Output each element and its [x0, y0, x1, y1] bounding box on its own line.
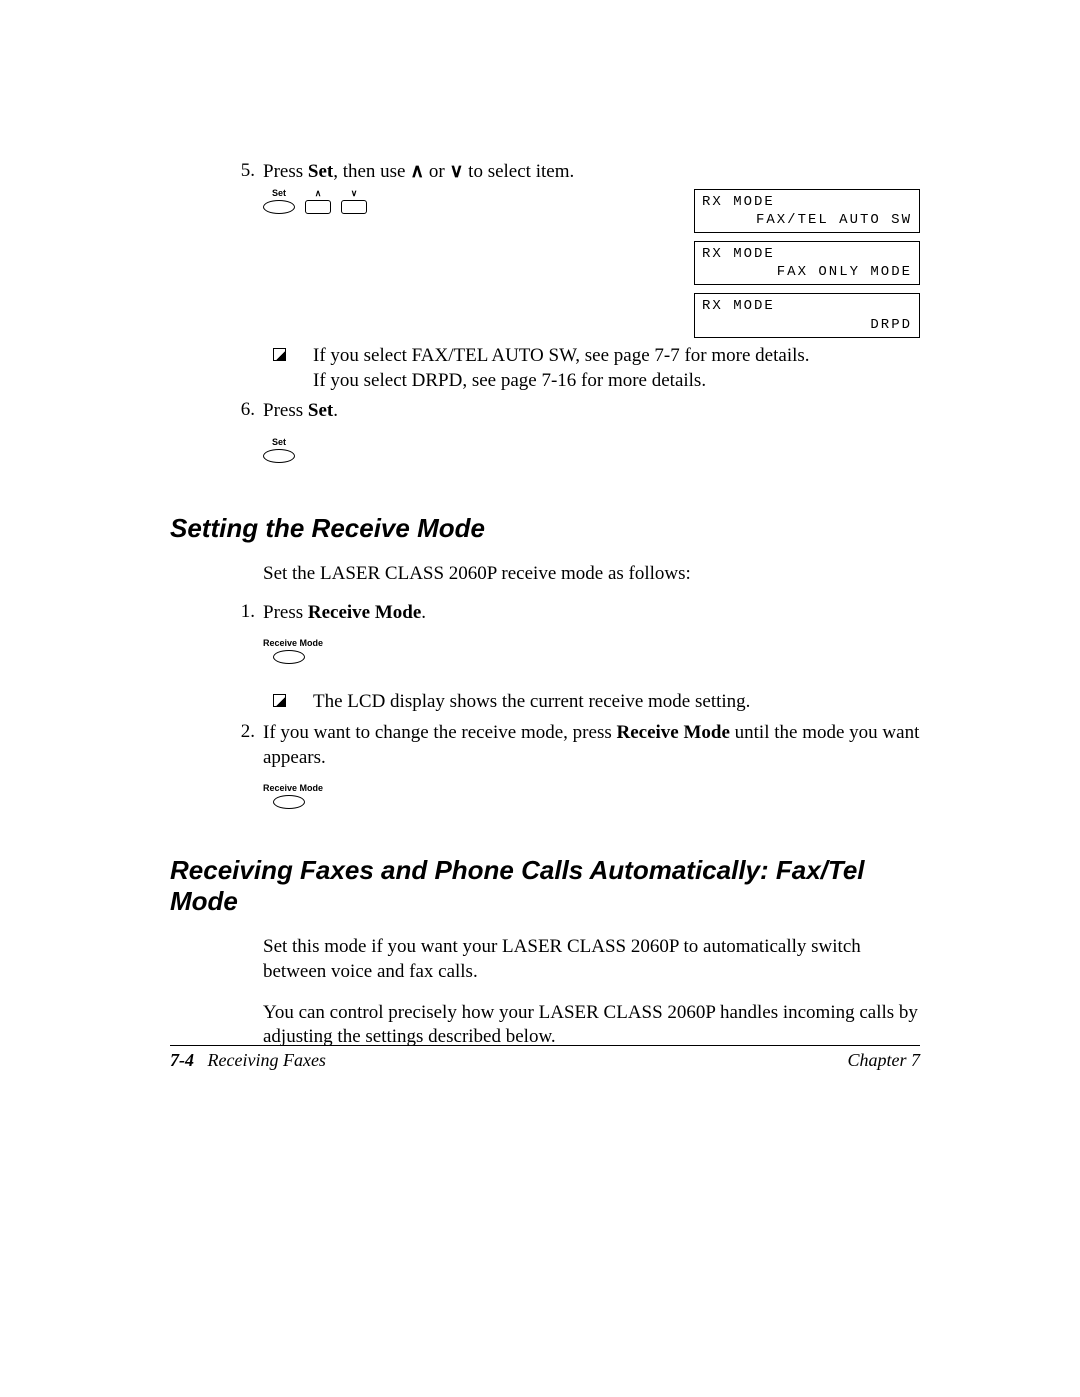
oval-button-icon: [263, 200, 295, 214]
heading-fax-tel-mode: Receiving Faxes and Phone Calls Automati…: [170, 855, 920, 917]
set-button-icon: Set: [263, 438, 295, 463]
section2-p1: Set this mode if you want your LASER CLA…: [263, 935, 920, 984]
lcd-displays: RX MODE FAX/TEL AUTO SW RX MODE FAX ONLY…: [694, 189, 920, 338]
bullet-icon: [273, 694, 286, 707]
receive-mode-bold: Receive Mode: [616, 722, 729, 743]
section2-p2: You can control precisely how your LASER…: [263, 1001, 920, 1050]
section1-step-1: 1. Press Receive Mode. Receive Mode: [170, 601, 920, 665]
lcd-display: RX MODE FAX/TEL AUTO SW: [694, 189, 920, 233]
rect-button-icon: [341, 200, 367, 214]
step-text: Press Set, then use ∧ or ∨ to select ite…: [263, 160, 920, 185]
down-arrow-icon: ∨: [450, 161, 464, 182]
receive-mode-bold: Receive Mode: [308, 602, 421, 623]
up-button-icon: ∧: [305, 189, 331, 214]
oval-button-icon: [273, 650, 305, 664]
footer-left: 7-4 Receiving Faxes: [170, 1050, 326, 1071]
heading-setting-receive-mode: Setting the Receive Mode: [170, 513, 920, 544]
step-5-diagram: Set ∧ ∨ RX MODE FAX/TEL AUTO SW RX MODE …: [263, 189, 920, 338]
text: , then use: [333, 161, 410, 182]
text: .: [421, 602, 426, 623]
text: If you want to change the receive mode, …: [263, 722, 616, 743]
lcd-line1: RX MODE: [702, 297, 912, 315]
bullet-icon: [273, 348, 286, 361]
footer-section: Receiving Faxes: [208, 1050, 326, 1070]
text: Press: [263, 400, 308, 421]
step-number: 1.: [170, 601, 263, 665]
section1-step-2: 2. If you want to change the receive mod…: [170, 721, 920, 809]
page-footer: 7-4 Receiving Faxes Chapter 7: [170, 1045, 920, 1071]
footer-chapter: Chapter 7: [847, 1050, 920, 1071]
page-content: 5. Press Set, then use ∧ or ∨ to select …: [170, 160, 920, 1050]
oval-button-icon: [263, 449, 295, 463]
up-arrow-icon: ∧: [315, 189, 322, 198]
text: Press: [263, 602, 308, 623]
text: If you select FAX/TEL AUTO SW, see page …: [313, 345, 810, 366]
lcd-display: RX MODE FAX ONLY MODE: [694, 241, 920, 285]
lcd-line1: RX MODE: [702, 245, 912, 263]
set-label: Set: [272, 438, 286, 447]
step-number: 2.: [170, 721, 263, 809]
set-bold: Set: [308, 400, 333, 421]
lcd-display: RX MODE DRPD: [694, 293, 920, 337]
page-number: 7-4: [170, 1050, 194, 1070]
footer-row: 7-4 Receiving Faxes Chapter 7: [170, 1050, 920, 1071]
text: to select item.: [463, 161, 574, 182]
text: or: [424, 161, 449, 182]
receive-mode-label: Receive Mode: [263, 639, 323, 648]
down-arrow-icon: ∨: [351, 189, 358, 198]
footer-rule: [170, 1045, 920, 1046]
text: .: [333, 400, 338, 421]
step-6: 6. Press Set. Set: [170, 399, 920, 463]
note-text: The LCD display shows the current receiv…: [313, 690, 920, 715]
section1-intro: Set the LASER CLASS 2060P receive mode a…: [263, 562, 920, 587]
set-button-icon: Set: [263, 189, 295, 214]
lcd-line2: FAX ONLY MODE: [702, 263, 912, 281]
receive-mode-button-icon: Receive Mode: [263, 639, 323, 664]
step-text: Press Set. Set: [263, 399, 920, 463]
step-text: Press Receive Mode. Receive Mode: [263, 601, 920, 665]
up-arrow-icon: ∧: [410, 161, 424, 182]
step-number: 5.: [170, 160, 263, 185]
receive-mode-label: Receive Mode: [263, 784, 323, 793]
step-text: If you want to change the receive mode, …: [263, 721, 920, 809]
oval-button-icon: [273, 795, 305, 809]
button-icons: Set ∧ ∨: [263, 189, 367, 214]
set-bold: Set: [308, 161, 333, 182]
step-number: 6.: [170, 399, 263, 463]
note-text: If you select FAX/TEL AUTO SW, see page …: [313, 344, 920, 393]
text: If you select DRPD, see page 7-16 for mo…: [313, 370, 706, 391]
receive-mode-button-icon: Receive Mode: [263, 784, 323, 809]
step-5: 5. Press Set, then use ∧ or ∨ to select …: [170, 160, 920, 185]
lcd-line2: DRPD: [702, 316, 912, 334]
rect-button-icon: [305, 200, 331, 214]
lcd-line2: FAX/TEL AUTO SW: [702, 211, 912, 229]
bullet: [263, 344, 313, 393]
down-button-icon: ∨: [341, 189, 367, 214]
set-label: Set: [272, 189, 286, 198]
lcd-line1: RX MODE: [702, 193, 912, 211]
bullet: [263, 690, 313, 715]
section1-note: The LCD display shows the current receiv…: [263, 690, 920, 715]
step-5-note: If you select FAX/TEL AUTO SW, see page …: [263, 344, 920, 393]
text: Press: [263, 161, 308, 182]
